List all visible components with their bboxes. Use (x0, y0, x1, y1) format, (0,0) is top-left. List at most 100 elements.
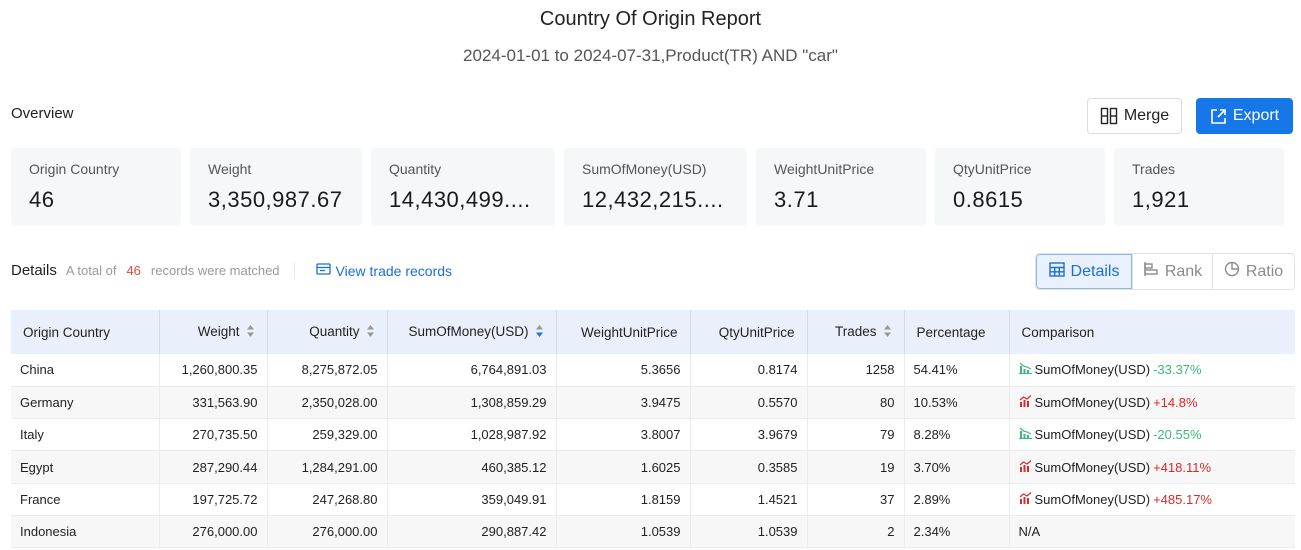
card-value: 3,350,987.67 (208, 187, 343, 212)
table-row[interactable]: Indonesia 276,000.00 276,000.00 290,887.42 1… (11, 515, 1295, 549)
cell-quantity: 247,268.80 (267, 483, 388, 516)
card-label: Origin Country (29, 161, 120, 177)
sort-desc-icon[interactable] (535, 324, 544, 341)
cell-trades: 19 (807, 450, 905, 484)
card-origin-country: Origin Country 46 (11, 148, 181, 226)
cell-weight-unit-price: 3.9475 (556, 386, 691, 420)
sort-icon[interactable] (246, 324, 255, 341)
card-value: 3.71 (774, 187, 819, 212)
cell-weight: 276,000.00 (159, 515, 268, 549)
table-header-row: Origin Country Weight Quantity SumOfMone… (11, 310, 1295, 354)
card-trades: Trades 1,921 (1114, 148, 1284, 226)
comparison: SumOfMoney(USD) -20.55% (1018, 427, 1287, 443)
cell-quantity: 2,350,028.00 (267, 386, 388, 420)
sort-icon[interactable] (883, 324, 892, 341)
card-qty-unit-price: QtyUnitPrice 0.8615 (935, 148, 1105, 226)
cell-qty-unit-price: 0.8174 (690, 354, 808, 387)
col-quantity[interactable]: Quantity (267, 310, 388, 354)
comparison-value: +418.11% (1153, 459, 1212, 475)
tab-ratio-label: Ratio (1245, 262, 1284, 280)
comparison-label: SumOfMoney(USD) (1034, 427, 1151, 443)
cell-weight: 197,725.72 (159, 483, 268, 516)
cell-country: Egypt (11, 450, 160, 484)
table-row[interactable]: Egypt 287,290.44 1,284,291.00 460,385.12 1.6… (11, 450, 1295, 484)
col-label: Comparison (1021, 324, 1095, 340)
cell-country: France (11, 483, 160, 516)
card-value: 1,921 (1132, 187, 1190, 212)
col-weight[interactable]: Weight (159, 310, 268, 354)
tab-ratio[interactable]: Ratio (1212, 254, 1294, 289)
table-row[interactable]: Italy 270,735.50 259,329.00 1,028,987.92 3.8… (11, 418, 1295, 452)
cell-trades: 37 (807, 483, 905, 516)
sort-icon[interactable] (366, 324, 375, 341)
cell-sum-of-money: 6,764,891.03 (387, 354, 557, 387)
card-weight-unit-price: WeightUnitPrice 3.71 (756, 148, 926, 226)
cell-comparison: SumOfMoney(USD) +418.11% (1009, 450, 1295, 484)
tab-rank[interactable]: Rank (1132, 254, 1212, 289)
comparison-na: N/A (1018, 524, 1041, 540)
cell-weight: 331,563.90 (159, 386, 268, 420)
comparison-value: +14.8% (1153, 394, 1198, 410)
cell-comparison: SumOfMoney(USD) +485.17% (1009, 483, 1295, 516)
cell-country: Indonesia (11, 515, 160, 549)
details-bar: Details A total of 46 records were match… (11, 262, 452, 279)
cell-percentage: 3.70% (904, 450, 1010, 484)
view-trade-records-link[interactable]: View trade records (315, 262, 453, 279)
col-sum-of-money[interactable]: SumOfMoney(USD) (387, 310, 557, 354)
origin-country-table: Origin Country Weight Quantity SumOfMone… (11, 310, 1295, 549)
report-subtitle: 2024-01-01 to 2024-07-31,Product(TR) AND… (463, 46, 838, 65)
report-title: Country Of Origin Report (539, 8, 762, 30)
table-row[interactable]: Germany 331,563.90 2,350,028.00 1,308,859.2… (11, 386, 1295, 420)
comparison-label: SumOfMoney(USD) (1034, 362, 1151, 378)
cell-qty-unit-price: 0.5570 (690, 386, 808, 420)
export-button[interactable]: Export (1196, 98, 1293, 134)
col-qty-unit-price: QtyUnitPrice (690, 310, 808, 354)
overview-cards: Origin Country 46 Weight 3,350,987.67 Qu… (11, 148, 1284, 226)
cell-weight: 1,260,800.35 (159, 354, 268, 387)
card-value: 46 (29, 187, 55, 212)
col-comparison: Comparison (1009, 310, 1295, 354)
cell-qty-unit-price: 3.9679 (690, 418, 808, 452)
cell-weight: 270,735.50 (159, 418, 268, 452)
cell-comparison: N/A (1009, 515, 1295, 549)
comparison-label: SumOfMoney(USD) (1034, 491, 1151, 507)
col-trades[interactable]: Trades (807, 310, 905, 354)
card-sum-of-money: SumOfMoney(USD) 12,432,215.... (564, 148, 747, 226)
col-label: WeightUnitPrice (580, 324, 678, 340)
col-label: Trades (834, 323, 877, 339)
cell-sum-of-money: 1,308,859.29 (387, 386, 557, 420)
cell-sum-of-money: 290,887.42 (387, 515, 557, 549)
col-label: QtyUnitPrice (718, 324, 795, 340)
cell-percentage: 10.53% (904, 386, 1010, 420)
comparison-label: SumOfMoney(USD) (1034, 394, 1151, 410)
tab-details[interactable]: Details (1036, 254, 1132, 289)
cell-trades: 79 (807, 418, 905, 452)
cell-weight-unit-price: 5.3656 (556, 354, 691, 387)
cell-weight-unit-price: 1.0539 (556, 515, 691, 549)
cell-comparison: SumOfMoney(USD) -33.37% (1009, 354, 1295, 387)
card-label: Quantity (389, 161, 442, 177)
card-label: WeightUnitPrice (774, 161, 875, 177)
records-suffix: records were matched (150, 263, 280, 278)
comparison: SumOfMoney(USD) -33.37% (1018, 362, 1287, 378)
card-label: Weight (208, 161, 252, 177)
trend-up-icon (1019, 394, 1032, 410)
cell-percentage: 2.89% (904, 483, 1010, 516)
comparison: SumOfMoney(USD) +14.8% (1019, 395, 1287, 410)
table-icon (1048, 261, 1065, 282)
cell-trades: 1258 (807, 354, 905, 387)
comparison: SumOfMoney(USD) +418.11% (1019, 460, 1287, 475)
trend-down-icon (1018, 362, 1032, 377)
view-toggle: Details Rank Ratio (1035, 253, 1295, 290)
col-label: Quantity (309, 323, 360, 339)
cell-quantity: 1,284,291.00 (267, 450, 388, 484)
records-prefix: A total of (65, 263, 117, 278)
merge-button[interactable]: Merge (1087, 98, 1182, 134)
table-row[interactable]: China 1,260,800.35 8,275,872.05 6,764,891.0… (11, 354, 1295, 387)
table-row[interactable]: France 197,725.72 247,268.80 359,049.91 1.81… (11, 483, 1295, 516)
card-weight: Weight 3,350,987.67 (190, 148, 362, 226)
overview-heading: Overview (11, 105, 74, 122)
view-trade-records-label: View trade records (335, 262, 453, 279)
comparison-value: +485.17% (1153, 491, 1212, 507)
pie-chart-icon (1224, 261, 1240, 282)
